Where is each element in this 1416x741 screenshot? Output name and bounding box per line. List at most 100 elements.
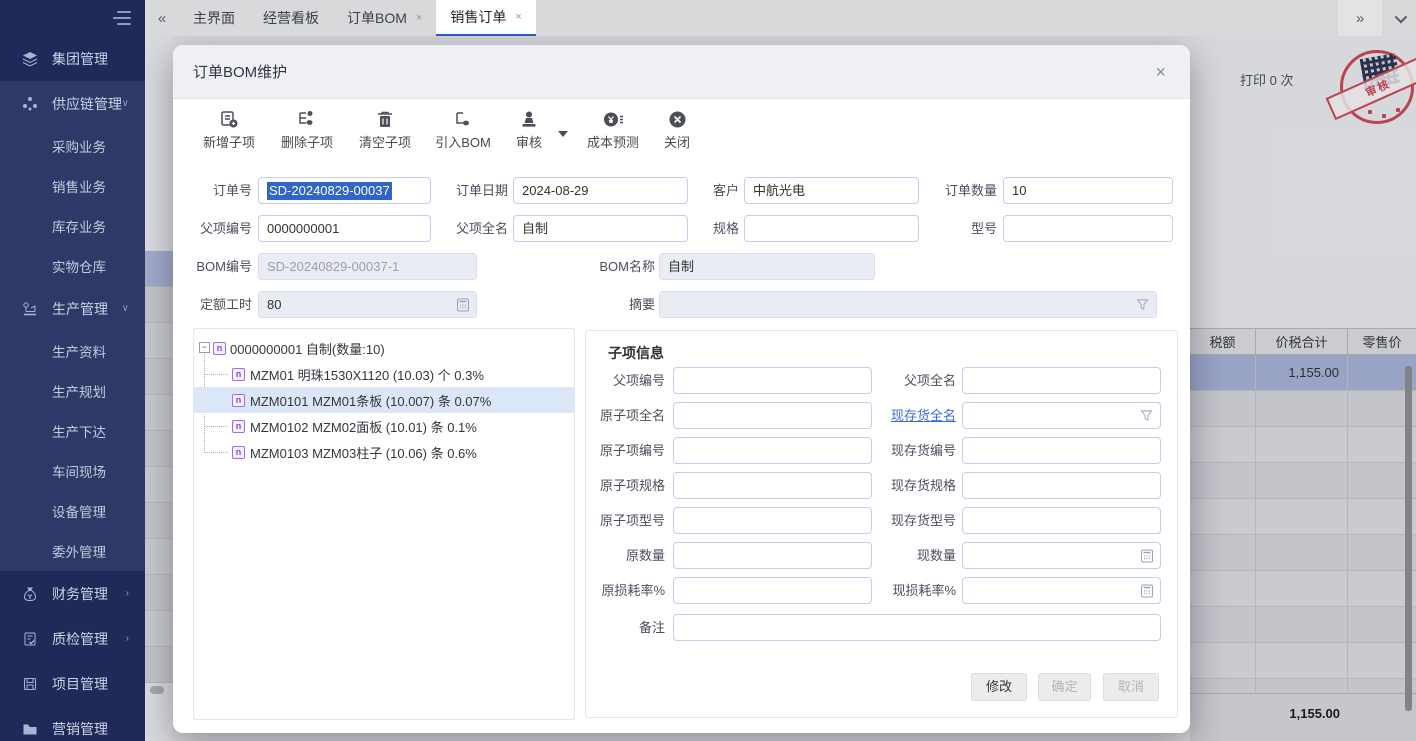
order-date-input[interactable]: 2024-08-29 — [513, 177, 688, 204]
sidebar-item-marketing[interactable]: 营销管理 — [0, 706, 145, 741]
add-subitem-icon — [193, 107, 265, 129]
sidebar-item-project[interactable]: 项目管理 — [0, 661, 145, 706]
chevron-down-icon — [1394, 10, 1407, 23]
tree-collapse-icon[interactable]: − — [199, 342, 210, 353]
order-no-input[interactable]: SD-20240829-00037 — [258, 177, 431, 204]
sp-current-stock-name-link[interactable]: 现存货全名 — [886, 402, 956, 429]
sp-parent-name-input[interactable] — [962, 367, 1161, 394]
sp-current-stock-name-input[interactable] — [962, 402, 1161, 429]
parent-no-input[interactable]: 0000000001 — [258, 215, 431, 242]
tree-node-mzm0103[interactable]: n MZM0103 MZM03柱子 (10.06) 条 0.6% — [194, 439, 574, 465]
sp-current-loss-rate-label: 现损耗率% — [879, 577, 956, 604]
sp-orig-item-no-label: 原子项编号 — [595, 437, 665, 464]
finance-icon — [22, 586, 38, 602]
bom-name-label: BOM名称 — [591, 253, 655, 280]
calculator-icon[interactable] — [1140, 584, 1154, 598]
sp-orig-item-spec-label: 原子项规格 — [595, 472, 665, 499]
sidebar-item-production-release[interactable]: 生产下达 — [0, 411, 145, 451]
sp-current-stock-spec-input[interactable] — [962, 472, 1161, 499]
sp-current-stock-model-input[interactable] — [962, 507, 1161, 534]
sidebar-item-warehouse[interactable]: 实物仓库 — [0, 246, 145, 286]
subitem-info-panel: 子项信息 父项编号 父项全名 原子项全名 现存货全名 原子项编号 — [585, 330, 1178, 718]
spec-label: 规格 — [679, 215, 739, 242]
sidebar-item-finance[interactable]: 财务管理 › — [0, 571, 145, 616]
sp-orig-item-name-label: 原子项全名 — [595, 402, 665, 429]
sp-current-loss-rate-input[interactable] — [962, 577, 1161, 604]
cancel-button[interactable]: 取消 — [1103, 673, 1159, 701]
sidebar-item-production[interactable]: 生产管理 ∨ — [0, 286, 145, 331]
sp-current-stock-spec-label: 现存货规格 — [886, 472, 956, 499]
sidebar-item-inventory[interactable]: 库存业务 — [0, 206, 145, 246]
add-subitem-button[interactable]: 新增子项 — [193, 107, 265, 155]
close-dialog-button[interactable]: 关闭 — [655, 107, 699, 155]
sp-current-qty-input[interactable] — [962, 542, 1161, 569]
model-input[interactable] — [1003, 215, 1173, 242]
spec-input[interactable] — [744, 215, 919, 242]
tabs-scroll-right-button[interactable]: » — [1338, 0, 1382, 36]
tab-close-icon[interactable]: × — [515, 11, 521, 23]
sidebar-item-label: 质检管理 — [52, 629, 108, 649]
std-hours-value: 80 — [267, 297, 281, 312]
audit-dropdown-caret[interactable] — [558, 131, 568, 137]
sp-orig-item-spec-input[interactable] — [673, 472, 872, 499]
sidebar-item-purchasing[interactable]: 采购业务 — [0, 126, 145, 166]
tree-node-root[interactable]: − n 0000000001 自制(数量:10) — [194, 335, 574, 361]
chevron-down-icon: ∨ — [122, 303, 129, 314]
cost-forecast-button[interactable]: 成本预测 — [577, 107, 649, 155]
sidebar-item-shopfloor[interactable]: 车间现场 — [0, 451, 145, 491]
sp-orig-item-name-input[interactable] — [673, 402, 872, 429]
parent-name-input[interactable]: 自制 — [513, 215, 688, 242]
sidebar-item-outsourcing[interactable]: 委外管理 — [0, 531, 145, 571]
chevron-right-icon: › — [126, 588, 129, 599]
calculator-icon[interactable] — [456, 298, 470, 312]
sidebar-item-production-data[interactable]: 生产资料 — [0, 331, 145, 371]
tabs-menu-button[interactable] — [1382, 0, 1416, 36]
sp-orig-qty-input[interactable] — [673, 542, 872, 569]
tabs-scroll-left-button[interactable]: « — [145, 0, 179, 36]
tab-main[interactable]: 主界面 — [179, 0, 249, 36]
sidebar-collapse-icon[interactable] — [113, 11, 131, 25]
sidebar-item-quality[interactable]: 质检管理 › — [0, 616, 145, 661]
tree-node-mzm0102[interactable]: n MZM0102 MZM02面板 (10.01) 条 0.1% — [194, 413, 574, 439]
calculator-icon[interactable] — [1140, 549, 1154, 563]
sidebar-item-sales[interactable]: 销售业务 — [0, 166, 145, 206]
customer-input[interactable]: 中航光电 — [744, 177, 919, 204]
bom-node-icon: n — [232, 394, 245, 407]
delete-subitem-button[interactable]: 删除子项 — [271, 107, 343, 155]
sp-current-stock-no-label: 现存货编号 — [886, 437, 956, 464]
bom-tree-panel: − n 0000000001 自制(数量:10) n MZM01 明珠1530X… — [193, 328, 575, 720]
sidebar-item-group-mgmt[interactable]: 集团管理 — [0, 36, 145, 81]
trash-icon — [349, 107, 421, 129]
filter-funnel-icon[interactable] — [1140, 409, 1154, 423]
sp-parent-no-label: 父项编号 — [595, 367, 665, 394]
import-bom-icon — [427, 107, 499, 129]
sidebar-item-production-planning[interactable]: 生产规划 — [0, 371, 145, 411]
tab-dashboard[interactable]: 经营看板 — [249, 0, 333, 36]
sp-orig-item-model-input[interactable] — [673, 507, 872, 534]
tab-order-bom[interactable]: 订单BOM × — [333, 0, 436, 36]
confirm-button[interactable]: 确定 — [1038, 673, 1091, 701]
tree-node-mzm01[interactable]: n MZM01 明珠1530X1120 (10.03) 个 0.3% — [194, 361, 574, 387]
sidebar-item-equipment[interactable]: 设备管理 — [0, 491, 145, 531]
sp-orig-loss-rate-input[interactable] — [673, 577, 872, 604]
order-qty-input[interactable]: 10 — [1003, 177, 1173, 204]
import-bom-button[interactable]: 引入BOM — [427, 107, 499, 155]
order-bom-dialog: 订单BOM维护 × 新增子项 删除子项 清空子项 引入BOM — [173, 45, 1190, 733]
filter-funnel-icon[interactable] — [1136, 298, 1150, 312]
model-label: 型号 — [937, 215, 997, 242]
sp-orig-item-no-input[interactable] — [673, 437, 872, 464]
sp-current-stock-no-input[interactable] — [962, 437, 1161, 464]
audit-button[interactable]: 审核 — [505, 107, 553, 155]
tab-label: 订单BOM — [347, 8, 407, 28]
tab-close-icon[interactable]: × — [416, 12, 422, 24]
dialog-header: 订单BOM维护 × — [173, 45, 1190, 99]
tab-sales-order[interactable]: 销售订单 × — [436, 0, 535, 36]
clear-subitems-button[interactable]: 清空子项 — [349, 107, 421, 155]
modify-button[interactable]: 修改 — [971, 673, 1027, 701]
tree-node-mzm0101-selected[interactable]: n MZM0101 MZM01条板 (10.007) 条 0.07% — [194, 387, 574, 413]
sp-parent-no-input[interactable] — [673, 367, 872, 394]
order-no-label: 订单号 — [192, 177, 252, 204]
sp-note-input[interactable] — [673, 614, 1161, 641]
dialog-close-icon[interactable]: × — [1155, 63, 1166, 81]
sidebar-item-supply-chain[interactable]: 供应链管理 ∨ — [0, 81, 145, 126]
